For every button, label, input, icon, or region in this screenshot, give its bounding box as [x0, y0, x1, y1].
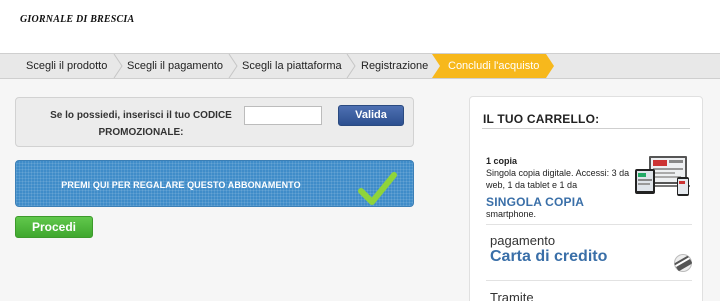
- cart-item-quantity: 1 copia: [486, 156, 518, 166]
- checkout-steps: Scegli il prodotto Scegli il pagamento S…: [0, 53, 720, 79]
- tramite-label: Tramite: [490, 290, 534, 301]
- cart-divider: [486, 280, 692, 281]
- step-active-start-icon: [432, 54, 443, 78]
- valida-button[interactable]: Valida: [338, 105, 404, 126]
- payment-label: pagamento: [490, 233, 556, 248]
- step-separator-icon: [113, 54, 123, 78]
- newspaper-devices-icon: [635, 156, 690, 196]
- cart-title-divider: [482, 128, 690, 129]
- cart-item-description-end: smartphone.: [486, 209, 537, 219]
- gift-subscription-banner[interactable]: PREMI QUI PER REGALARE QUESTO ABBONAMENT…: [15, 160, 414, 207]
- step-scegli-prodotto[interactable]: Scegli il prodotto: [26, 54, 107, 78]
- checkmark-icon: [358, 172, 397, 205]
- step-scegli-piattaforma[interactable]: Scegli la piattaforma: [242, 54, 342, 78]
- step-active-end-icon: [543, 54, 554, 78]
- site-logo[interactable]: GIORNALE DI BRESCIA: [20, 14, 134, 25]
- promo-code-panel: Se lo possiedi, inserisci il tuo CODICE …: [15, 97, 414, 147]
- payment-method[interactable]: Carta di credito: [490, 248, 607, 266]
- credit-card-icon: [674, 254, 692, 272]
- promo-code-input[interactable]: [244, 106, 322, 125]
- step-concludi-acquisto[interactable]: Concludi l'acquisto: [443, 54, 543, 78]
- cart-divider: [486, 224, 692, 225]
- step-registrazione[interactable]: Registrazione: [361, 54, 428, 78]
- promo-code-label: Se lo possiedi, inserisci il tuo CODICE …: [50, 110, 232, 138]
- step-separator-icon: [346, 54, 356, 78]
- procedi-button[interactable]: Procedi: [15, 216, 93, 238]
- header: GIORNALE DI BRESCIA: [0, 0, 720, 53]
- cart-item-name[interactable]: SINGOLA COPIA: [486, 195, 587, 209]
- step-scegli-pagamento[interactable]: Scegli il pagamento: [127, 54, 223, 78]
- shopping-cart-panel: IL TUO CARRELLO: 1 copia Singola copia d…: [469, 96, 703, 301]
- gift-banner-text: PREMI QUI PER REGALARE QUESTO ABBONAMENT…: [61, 180, 301, 190]
- cart-title: IL TUO CARRELLO:: [483, 112, 600, 126]
- step-separator-icon: [228, 54, 238, 78]
- cart-item-description: Singola copia digitale. Accessi: 3 da we…: [486, 168, 630, 190]
